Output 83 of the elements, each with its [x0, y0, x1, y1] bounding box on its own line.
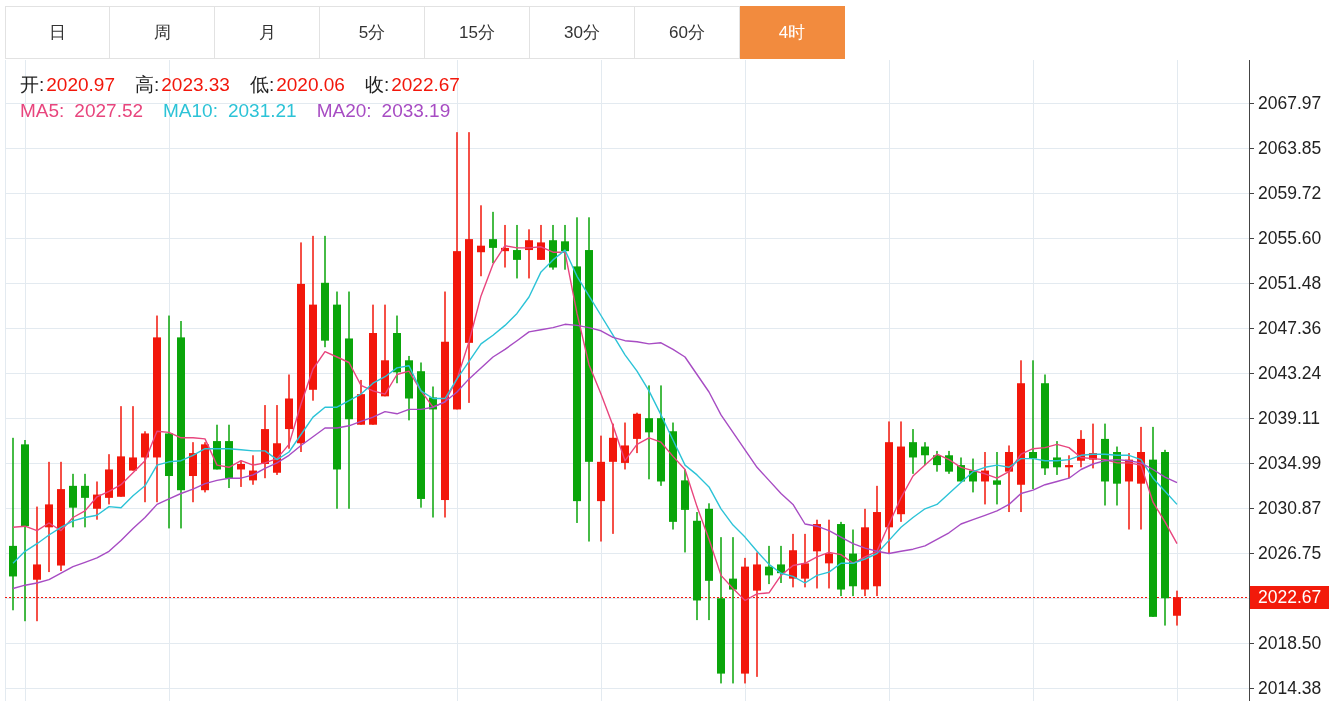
quote-label: 收: [364, 73, 390, 97]
candlestick [93, 481, 101, 520]
axis-tick-label: 2047.36 [1258, 318, 1322, 338]
candlestick [393, 315, 401, 384]
axis-tick-label: 2043.24 [1258, 362, 1322, 383]
quote-label: 低: [249, 73, 275, 97]
candlestick [969, 458, 977, 493]
candlestick [801, 533, 809, 588]
candlestick [105, 454, 113, 505]
candlestick [1053, 441, 1061, 475]
candlestick [1089, 423, 1097, 469]
candlestick [777, 545, 785, 583]
period-tab[interactable]: 周 [110, 6, 215, 59]
candlestick [621, 422, 629, 470]
candlestick [489, 211, 497, 264]
axis-tick-label: 2051.48 [1258, 273, 1322, 293]
candlestick [957, 457, 965, 482]
candlestick [405, 355, 413, 421]
quote-label: 开: [20, 73, 45, 97]
candlestick [1077, 430, 1085, 468]
candlestick [945, 450, 953, 474]
candlestick [525, 229, 533, 279]
candlestick [765, 545, 773, 585]
candlestick [561, 224, 569, 270]
candlestick [813, 519, 821, 589]
candlestick [981, 452, 989, 505]
ma-label: MA5: [20, 99, 65, 123]
candlestick [993, 452, 1001, 505]
axis-tick-label: 2014.38 [1258, 678, 1322, 698]
candlestick [849, 529, 857, 597]
candlestick [69, 473, 77, 528]
axis-tick-label: 2055.60 [1258, 228, 1322, 249]
candlestick [1113, 446, 1121, 506]
candlestick [501, 224, 509, 268]
period-tab[interactable]: 60分 [635, 6, 740, 59]
candlestick [237, 460, 245, 487]
axis-tick-label: 2039.11 [1258, 408, 1320, 429]
candlestick [633, 412, 641, 454]
candlestick [477, 205, 485, 277]
quote-value: 2022.67 [391, 73, 460, 97]
axis-tick-label: 2018.50 [1258, 633, 1322, 654]
candlestick [1173, 590, 1181, 626]
candlestick [513, 224, 521, 279]
quote-label: 高: [134, 73, 160, 97]
period-tab[interactable]: 日 [5, 6, 110, 59]
candlestick [141, 431, 149, 503]
candlestick [213, 424, 221, 470]
axis-tick-label: 2063.85 [1258, 138, 1322, 158]
candlestick [249, 455, 257, 485]
period-tab[interactable]: 30分 [530, 6, 635, 59]
candlestick [825, 519, 833, 589]
candlestick [789, 533, 797, 588]
axis-tick-label: 2026.75 [1258, 542, 1322, 563]
candlestick [537, 224, 545, 260]
candlestick [1065, 455, 1073, 479]
axis-tick-label: 2059.72 [1258, 183, 1322, 204]
candlestick [225, 424, 233, 489]
period-tab[interactable]: 15分 [425, 6, 530, 59]
candlestick [189, 442, 197, 503]
period-tab[interactable]: 月 [215, 6, 320, 59]
candlestick [201, 442, 209, 493]
candlestick [273, 405, 281, 475]
ma-value: 2031.21 [227, 99, 297, 123]
ma-label: MA10: [163, 99, 218, 123]
candlestick [81, 473, 89, 528]
period-tab[interactable]: 5分 [320, 6, 425, 59]
quote-value: 2020.97 [46, 73, 115, 97]
quote-value: 2023.33 [161, 73, 230, 97]
candlestick [1005, 445, 1013, 513]
candlestick [549, 224, 557, 270]
candlestick [921, 442, 929, 466]
axis-tick-label: 2034.99 [1258, 453, 1322, 473]
ma-value: 2033.19 [381, 99, 451, 123]
candlestick [933, 450, 941, 472]
last-price-tag: 2022.67 [1250, 586, 1329, 609]
axis-tick-label: 2030.87 [1258, 498, 1322, 518]
ma-value: 2027.52 [74, 99, 144, 123]
candlestick [909, 429, 917, 474]
quote-value: 2020.06 [276, 73, 345, 97]
axis-tick-label: 2067.97 [1258, 93, 1322, 113]
candlestick [357, 379, 365, 425]
candlestick [129, 406, 137, 471]
ma-label: MA20: [316, 99, 372, 123]
